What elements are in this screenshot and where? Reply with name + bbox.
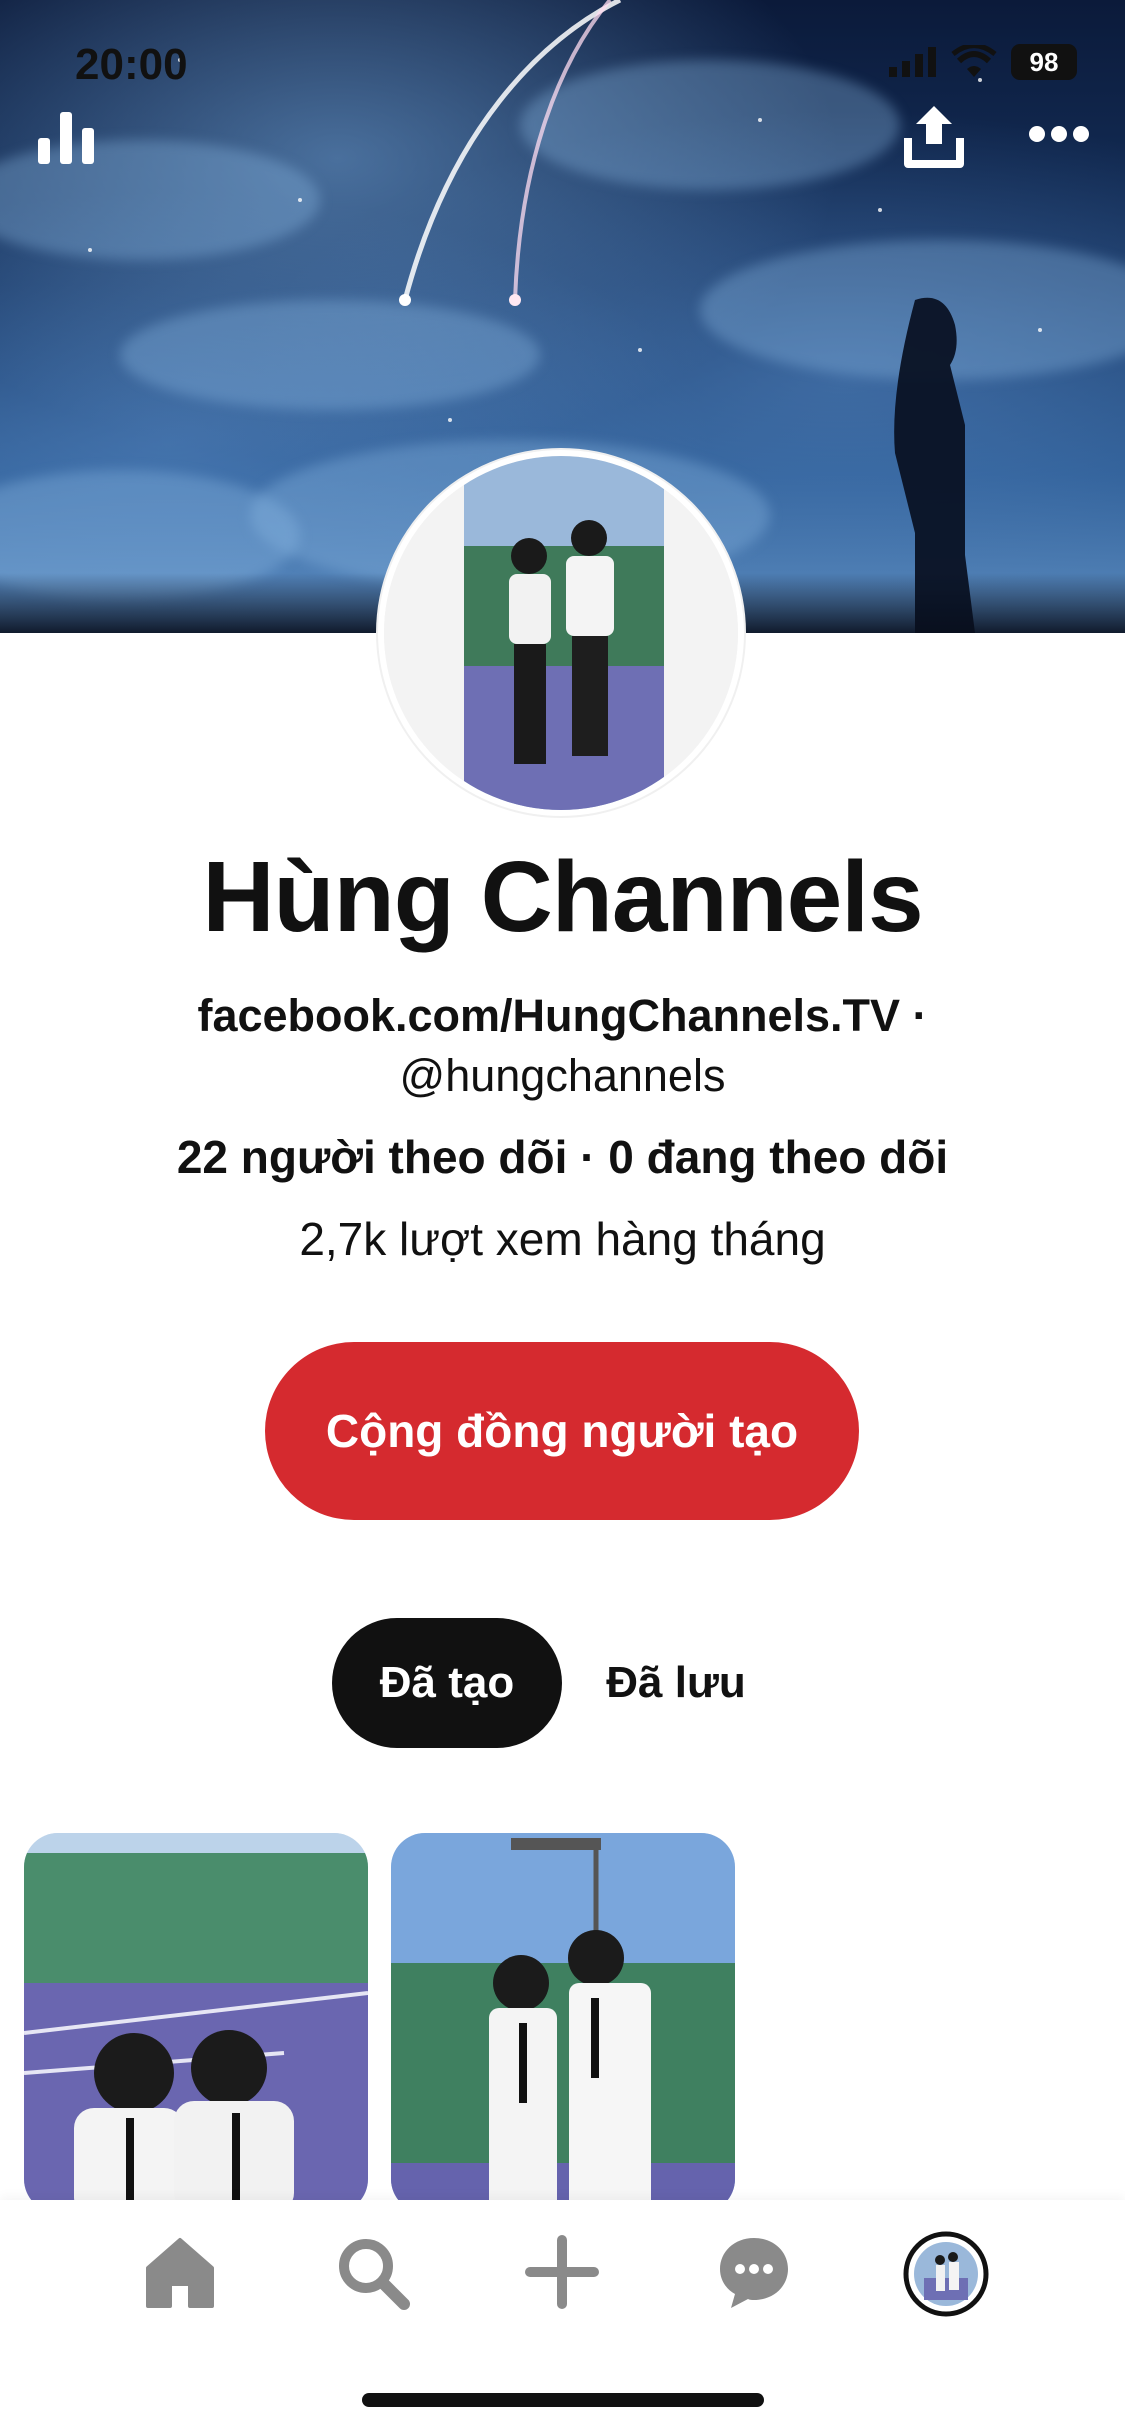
home-indicator (362, 2393, 764, 2407)
profile-name: Hùng Channels (202, 841, 923, 953)
tab-saved[interactable]: Đã lưu (596, 1618, 756, 1748)
creator-community-button[interactable]: Cộng đồng người tạo (265, 1342, 859, 1520)
home-icon[interactable] (138, 2230, 222, 2314)
profile-website-link[interactable]: facebook.com/HungChannels.TV · (0, 990, 1125, 1042)
pin-image (391, 1833, 735, 2213)
profile-tab-avatar[interactable] (902, 2230, 990, 2318)
profile-handle: @hungchannels (399, 1050, 726, 1101)
pin-image (24, 1833, 368, 2213)
pin-card[interactable] (24, 1833, 368, 2213)
chat-icon[interactable] (712, 2230, 796, 2314)
follow-stats[interactable]: 22 người theo dõi · 0 đang theo dõi (0, 1130, 1125, 1184)
status-icons: 98 (889, 44, 1077, 80)
plus-icon[interactable] (520, 2230, 604, 2314)
wifi-icon (951, 45, 997, 77)
search-icon[interactable] (330, 2230, 414, 2314)
bar-chart-icon[interactable] (38, 108, 96, 169)
profile-avatar[interactable] (378, 450, 744, 816)
battery-indicator: 98 (1011, 44, 1077, 80)
monthly-views: 2,7k lượt xem hàng tháng (299, 1213, 826, 1265)
tab-created[interactable]: Đã tạo (332, 1618, 562, 1748)
status-time: 20:00 (75, 40, 188, 89)
pin-card[interactable] (391, 1833, 735, 2213)
cellular-signal-icon (889, 47, 936, 77)
more-dots-icon[interactable] (1028, 124, 1090, 149)
profile-screen: 20:00 98 Hùng Channels facebook.com/Hung… (0, 0, 1125, 2436)
share-upload-icon[interactable] (904, 104, 964, 173)
avatar-photo (384, 456, 738, 810)
